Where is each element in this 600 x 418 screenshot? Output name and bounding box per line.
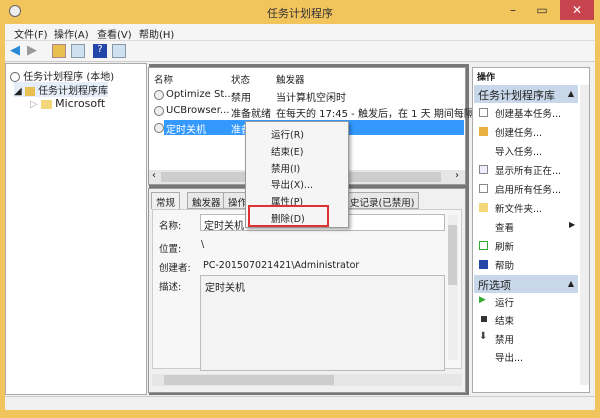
name-label: 名称: [159,221,182,232]
location-label: 位置: [159,244,182,255]
location-value: \ [201,239,205,250]
section-selected[interactable]: 所选项 ▲ [474,275,578,293]
running-tasks-icon [479,165,488,174]
folder-clock-icon [24,86,35,96]
actions-pane: 操作 任务计划程序库 ▲ 创建基本任务... 创建任务... 导入任务... 显示… [472,67,590,393]
collapse-icon[interactable]: ▲ [568,89,574,98]
maximize-button[interactable]: ▭ [527,0,557,20]
section-library[interactable]: 任务计划程序库 ▲ [474,85,578,103]
help-icon [479,260,488,269]
navigation-tree: 任务计划程序 (本地) ◢ 任务计划程序库 ▷ Microsoft [5,63,147,395]
tree-item-microsoft[interactable]: ▷ Microsoft [30,97,105,110]
tab-triggers[interactable]: 触发器 [187,192,226,209]
scroll-left-icon[interactable]: ‹ [152,170,156,181]
minimize-button[interactable]: – [500,0,526,20]
action-refresh[interactable]: 刷新 [495,239,514,253]
back-icon[interactable]: ◀ [10,44,24,58]
enable-history-icon [479,184,488,193]
menu-item-end[interactable]: 结束(E) [271,144,303,158]
action-import-task[interactable]: 导入任务... [495,144,542,158]
collapse-icon[interactable]: ▲ [568,279,574,288]
menu-action[interactable]: 操作(A) [54,26,89,41]
column-status[interactable]: 状态 [231,72,250,86]
menu-bar: 文件(F) 操作(A) 查看(V) 帮助(H) [5,24,595,41]
toolbar: ◀ ▶ ? [5,41,595,62]
scroll-right-icon[interactable]: › [455,170,459,181]
description-field[interactable]: 定时关机 [200,275,445,371]
title-bar: 任务计划程序 – ▭ ✕ [0,0,600,24]
new-folder-icon [479,203,488,212]
refresh-icon [479,241,488,250]
actions-header: 操作 [477,73,496,83]
action-enable-history[interactable]: 启用所有任务... [495,182,561,196]
action-end[interactable]: 结束 [495,313,514,327]
action-help[interactable]: 帮助 [495,258,514,272]
create-basic-task-icon [479,108,488,117]
scrollbar-thumb[interactable] [448,225,457,285]
author-value: PC-201507021421\Administrator [203,260,360,271]
tab-history[interactable]: 史记录(已禁用) [345,192,420,209]
help-icon[interactable]: ? [93,44,107,58]
vertical-scrollbar[interactable] [580,85,589,385]
action-view[interactable]: 查看 [495,220,514,234]
disable-icon: ⬇ [479,331,488,342]
stop-icon [481,316,487,322]
table-row[interactable]: UCBrowser... 准备就绪 在每天的 17:45 - 触发后，在 1 天 期… [149,104,483,120]
action-disable[interactable]: 禁用 [495,332,514,346]
table-row[interactable]: Optimize St... 禁用 当计算机空闲时 [149,88,465,104]
action-display-running[interactable]: 显示所有正在... [495,163,561,177]
highlight-box [248,205,329,227]
menu-item-run[interactable]: 运行(R) [271,127,304,141]
clock-icon [154,123,164,133]
menu-item-disable[interactable]: 禁用(I) [271,161,300,175]
expand-icon[interactable]: ▷ [30,99,38,110]
column-name[interactable]: 名称 [154,72,173,86]
show-action-pane-icon[interactable] [112,44,126,58]
tab-general[interactable]: 常规 [151,192,181,209]
close-button[interactable]: ✕ [560,0,594,20]
action-new-folder[interactable]: 新文件夹... [495,201,542,215]
tree-item-library[interactable]: ◢ 任务计划程序库 [14,82,109,97]
menu-view[interactable]: 查看(V) [97,26,132,41]
forward-icon[interactable]: ▶ [27,44,41,58]
tree-item-root[interactable]: 任务计划程序 (本地) [10,68,114,83]
create-task-icon [479,127,488,136]
horizontal-scrollbar[interactable] [152,374,462,386]
author-label: 创建者: [159,263,191,274]
vertical-scrollbar[interactable] [448,215,458,360]
menu-file[interactable]: 文件(F) [14,26,48,41]
scrollbar-thumb[interactable] [164,375,334,385]
action-run[interactable]: 运行 [495,295,514,309]
clock-icon [10,72,20,82]
menu-help[interactable]: 帮助(H) [139,26,174,41]
show-tree-icon[interactable] [71,44,85,58]
folder-icon [40,99,52,109]
status-bar [5,396,595,410]
action-create-task[interactable]: 创建任务... [495,125,542,139]
clock-icon [154,90,164,100]
menu-item-export[interactable]: 导出(X)... [271,177,313,191]
run-icon: ▶ [479,295,486,305]
action-export[interactable]: 导出... [495,350,523,364]
up-folder-icon[interactable] [52,44,66,58]
action-create-basic-task[interactable]: 创建基本任务... [495,106,561,120]
description-label: 描述: [159,282,182,293]
clock-icon [154,106,164,116]
submenu-arrow-icon: ▶ [569,220,576,229]
column-trigger[interactable]: 触发器 [276,72,305,86]
